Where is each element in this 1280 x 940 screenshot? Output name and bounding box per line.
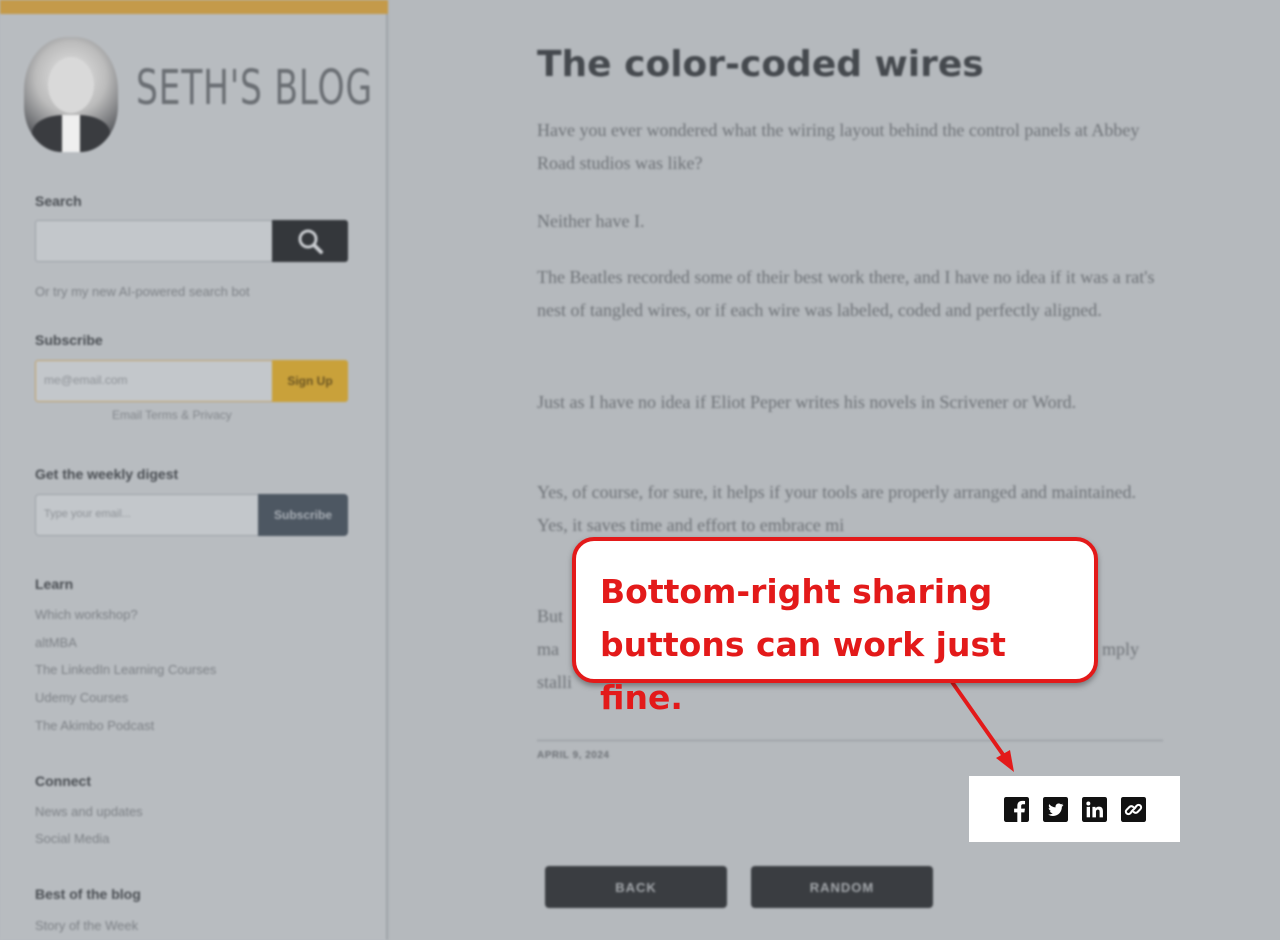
article-paragraph: Just as I have no idea if Eliot Peper wr… — [537, 392, 1077, 412]
connect-link[interactable]: Social Media — [35, 831, 109, 846]
random-button[interactable]: RANDOM — [751, 866, 933, 908]
article-paragraph: mply — [1102, 639, 1140, 659]
author-avatar[interactable] — [24, 37, 118, 152]
twitter-icon[interactable] — [1042, 796, 1068, 822]
learn-link[interactable]: Udemy Courses — [35, 690, 128, 705]
best-link[interactable]: Story of the Week — [35, 918, 138, 933]
article-date: APRIL 9, 2024 — [537, 750, 610, 761]
learn-label: Learn — [35, 576, 74, 592]
top-accent-bar — [0, 0, 388, 14]
subscribe-email-input[interactable]: me@email.com — [35, 360, 273, 402]
email-terms-link[interactable]: Email Terms & Privacy — [112, 408, 232, 422]
learn-link[interactable]: Which workshop? — [35, 607, 138, 622]
learn-link[interactable]: altMBA — [35, 635, 77, 650]
article-paragraph: Neither have I. — [537, 211, 645, 231]
digest-subscribe-button[interactable]: Subscribe — [258, 494, 348, 536]
article-divider — [537, 740, 1163, 741]
digest-email-input[interactable]: Type your email... — [35, 494, 259, 536]
article-title[interactable]: The color-coded wires — [537, 44, 984, 85]
article-paragraph: Yes, of course, for sure, it helps if yo… — [537, 482, 1137, 535]
learn-link[interactable]: The Akimbo Podcast — [35, 718, 154, 733]
article-paragraph: The Beatles recorded some of their best … — [537, 267, 1155, 320]
connect-link[interactable]: News and updates — [35, 804, 143, 819]
digest-label: Get the weekly digest — [35, 466, 179, 482]
facebook-icon[interactable] — [1003, 796, 1029, 822]
search-label: Search — [35, 193, 82, 209]
search-button[interactable] — [272, 220, 348, 262]
share-panel — [969, 776, 1180, 842]
subscribe-label: Subscribe — [35, 332, 103, 348]
best-label: Best of the blog — [35, 886, 141, 902]
search-input[interactable] — [35, 220, 273, 262]
learn-link[interactable]: The LinkedIn Learning Courses — [35, 662, 216, 677]
callout-line-2: buttons can work just fine. — [600, 625, 1006, 717]
link-icon[interactable] — [1120, 796, 1146, 822]
site-logo[interactable]: SETH'S BLOG — [136, 60, 373, 116]
ai-search-link[interactable]: Or try my new AI-powered search bot — [35, 284, 250, 299]
annotation-callout: Bottom-right sharing buttons can work ju… — [572, 537, 1098, 717]
article-paragraph: Have you ever wondered what the wiring l… — [537, 120, 1140, 173]
back-button[interactable]: BACK — [545, 866, 727, 908]
search-icon — [298, 229, 323, 254]
sidebar: SETH'S BLOG Search Or try my new AI-powe… — [0, 0, 388, 940]
callout-line-1: Bottom-right sharing — [600, 572, 993, 611]
connect-label: Connect — [35, 773, 91, 789]
linkedin-icon[interactable] — [1081, 796, 1107, 822]
sign-up-button[interactable]: Sign Up — [272, 360, 348, 402]
